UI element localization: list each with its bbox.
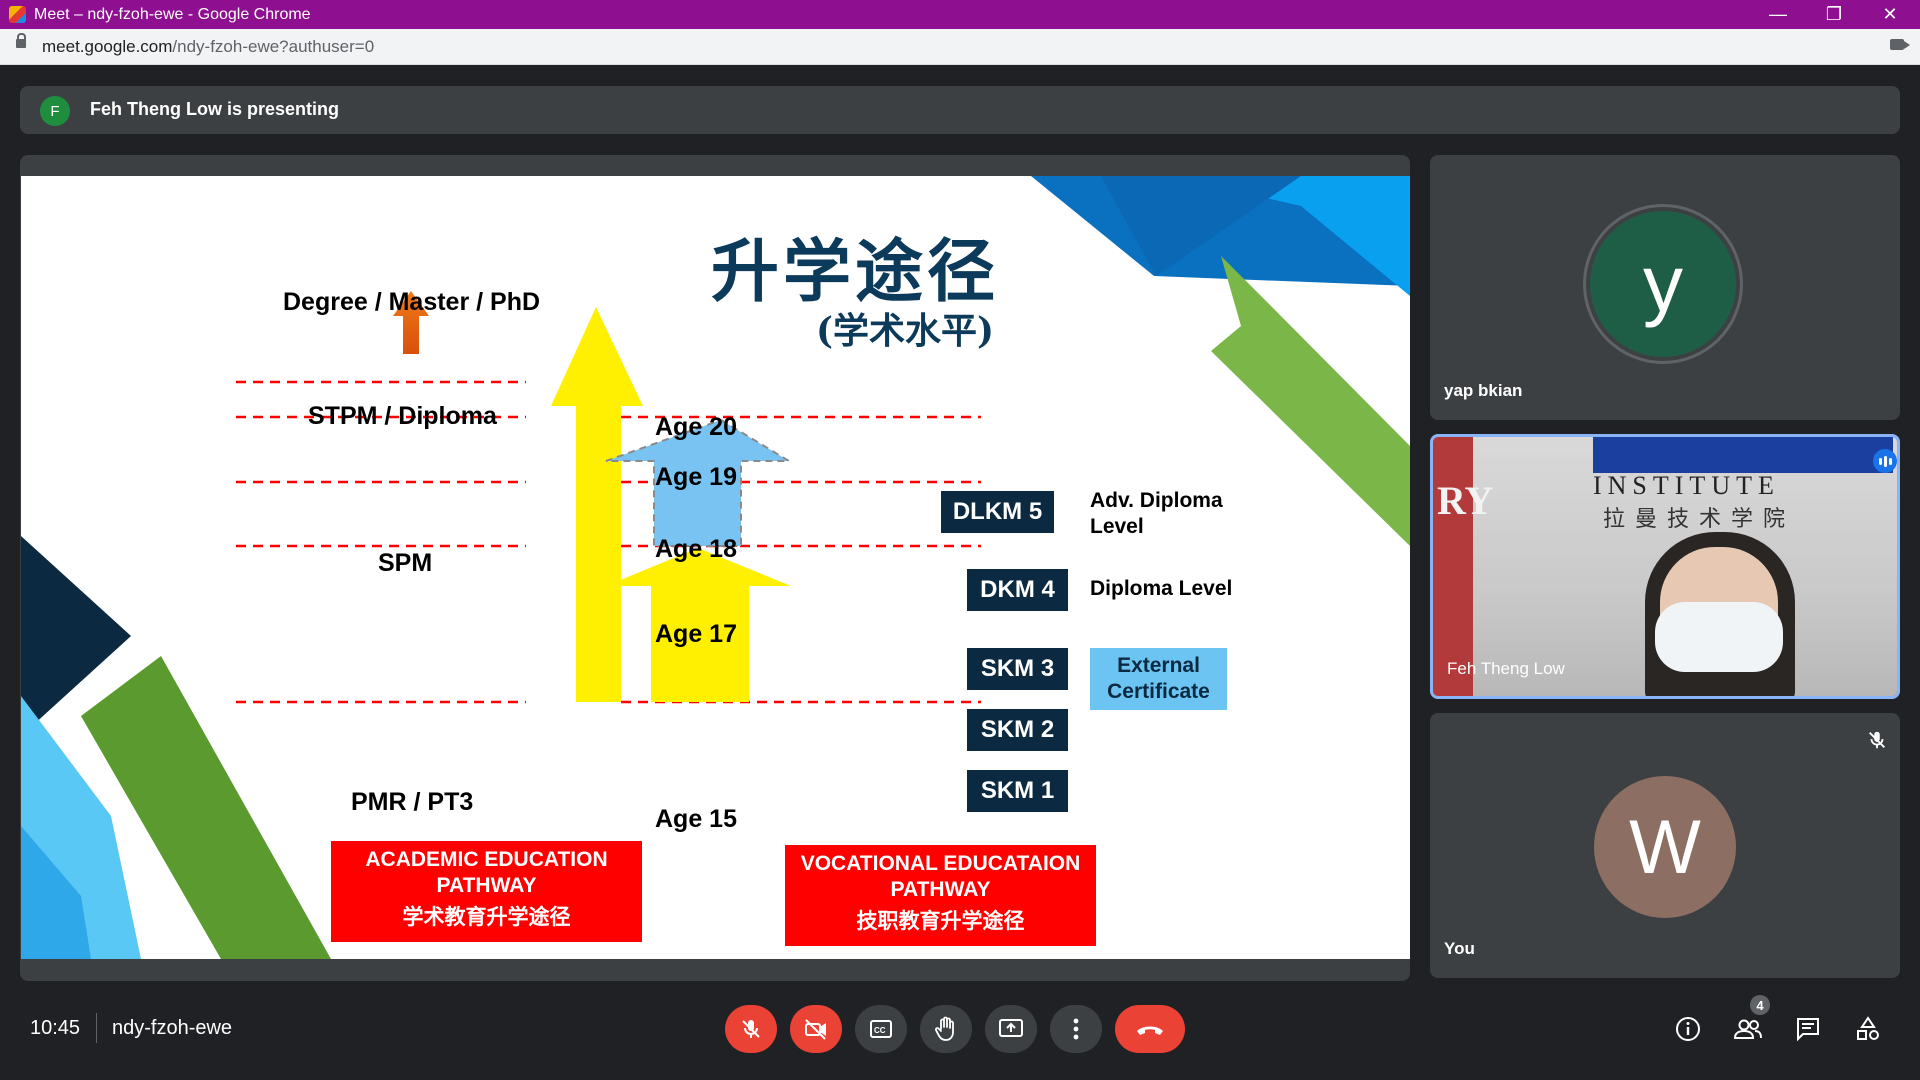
raise-hand-icon[interactable]: [920, 1005, 972, 1053]
avatar: y: [1590, 211, 1736, 357]
spm-label: SPM: [378, 549, 433, 577]
age-15-label: Age 15: [655, 805, 737, 833]
presentation-area: 升学途径 (学术水平) Degree / Master / PhD STPM /…: [20, 155, 1410, 981]
info-icon[interactable]: [1668, 1009, 1708, 1049]
age-20-label: Age 20: [655, 413, 737, 441]
lock-icon[interactable]: [16, 33, 26, 48]
browser-title-bar: Meet – ndy-fzoh-ewe - Google Chrome — ❐ …: [0, 0, 1920, 29]
presenter-avatar: F: [40, 96, 70, 126]
participant-tile-you[interactable]: W You: [1430, 713, 1900, 978]
participant-name: yap bkian: [1444, 381, 1523, 400]
participant-name: Feh Theng Low: [1447, 659, 1565, 678]
skm2-box: SKM 2: [967, 709, 1068, 751]
mic-off-icon[interactable]: [725, 1005, 777, 1053]
vocational-line2: PATHWAY: [890, 878, 991, 901]
avatar: W: [1594, 776, 1736, 918]
end-call-icon[interactable]: [1115, 1005, 1185, 1053]
chrome-app-icon: [9, 6, 26, 23]
camera-off-icon[interactable]: [790, 1005, 842, 1053]
dkm4-desc: Diploma Level: [1090, 577, 1233, 600]
close-icon[interactable]: ✕: [1862, 0, 1918, 29]
deco-green-stripe-right: [1211, 256, 1410, 546]
presenting-text: Feh Theng Low is presenting: [90, 99, 340, 119]
degree-label: Degree / Master / PhD: [283, 288, 541, 316]
current-time: 10:45: [30, 1017, 81, 1039]
more-options-icon[interactable]: [1050, 1005, 1102, 1053]
video-sign-left: RY: [1437, 478, 1494, 523]
slide-title: 升学途径: [711, 232, 1000, 312]
pmr-label: PMR / PT3: [351, 788, 474, 816]
activities-icon[interactable]: [1848, 1009, 1888, 1049]
window-title: Meet – ndy-fzoh-ewe - Google Chrome: [34, 6, 311, 23]
url-text[interactable]: meet.google.com/ndy-fzoh-ewe?authuser=0: [42, 37, 374, 57]
participant-tile-feh-theng-low[interactable]: RY INSTITUTE 拉曼技术学院 Feh Theng Low: [1430, 434, 1900, 699]
dlkm5-desc-line2: Level: [1090, 515, 1144, 538]
video-red-banner: [1433, 437, 1473, 696]
participant-tile-yap-bkian[interactable]: y yap bkian: [1430, 155, 1900, 420]
vocational-pathway-box: VOCATIONAL EDUCATAION PATHWAY 技职教育升学途径: [785, 845, 1096, 946]
url-path: /ndy-fzoh-ewe?authuser=0: [172, 37, 375, 56]
video-sign-cn: 拉曼技术学院: [1603, 507, 1796, 532]
person-mask: [1655, 602, 1783, 672]
restore-icon[interactable]: ❐: [1806, 0, 1862, 29]
skm3-box: SKM 3: [967, 648, 1068, 690]
slide-subtitle: (学术水平): [816, 310, 995, 352]
address-bar[interactable]: meet.google.com/ndy-fzoh-ewe?authuser=0: [0, 29, 1920, 65]
vocational-line1: VOCATIONAL EDUCATAION: [800, 852, 1081, 875]
stpm-label: STPM / Diploma: [308, 402, 497, 430]
skm1-box: SKM 1: [967, 770, 1068, 812]
chat-icon[interactable]: [1788, 1009, 1828, 1049]
academic-line1: ACADEMIC EDUCATION: [365, 848, 608, 871]
dlkm5-desc-line1: Adv. Diploma: [1090, 489, 1223, 512]
url-host: meet.google.com: [42, 37, 173, 56]
present-icon[interactable]: [985, 1005, 1037, 1053]
people-icon[interactable]: [1728, 1009, 1768, 1049]
minimize-icon[interactable]: —: [1750, 0, 1806, 29]
age-17-label: Age 17: [655, 620, 737, 648]
dkm4-box: DKM 4: [967, 569, 1068, 611]
external-line2: Certificate: [1107, 680, 1210, 703]
camera-in-use-icon[interactable]: [1890, 39, 1910, 50]
divider: [96, 1013, 97, 1043]
external-certificate-box: External Certificate: [1090, 648, 1227, 710]
participant-count-badge: 4: [1750, 995, 1770, 1015]
svg-text:CC: CC: [874, 1026, 886, 1035]
meeting-code: ndy-fzoh-ewe: [112, 1017, 233, 1039]
age-18-label: Age 18: [655, 535, 737, 563]
academic-pathway-box: ACADEMIC EDUCATION PATHWAY 学术教育升学途径: [331, 841, 642, 942]
age-19-label: Age 19: [655, 463, 737, 491]
academic-cn: 学术教育升学途径: [402, 906, 571, 929]
external-line1: External: [1117, 654, 1200, 677]
video-sign-blue: [1593, 437, 1893, 473]
academic-line2: PATHWAY: [436, 874, 537, 897]
speaking-indicator-icon: [1873, 449, 1897, 473]
captions-icon[interactable]: CC: [855, 1005, 907, 1053]
vocational-cn: 技职教育升学途径: [856, 910, 1025, 933]
video-sign-institute: INSTITUTE: [1593, 471, 1780, 500]
presenting-banner: F Feh Theng Low is presenting: [20, 86, 1900, 134]
shared-slide: 升学途径 (学术水平) Degree / Master / PhD STPM /…: [21, 176, 1410, 959]
participant-name: You: [1444, 939, 1475, 958]
academic-yellow-arrow: [551, 307, 643, 702]
bottom-control-bar: 10:45 ndy-fzoh-ewe CC 4: [0, 995, 1920, 1080]
muted-mic-icon: [1866, 729, 1888, 751]
dlkm5-box: DLKM 5: [941, 491, 1054, 533]
